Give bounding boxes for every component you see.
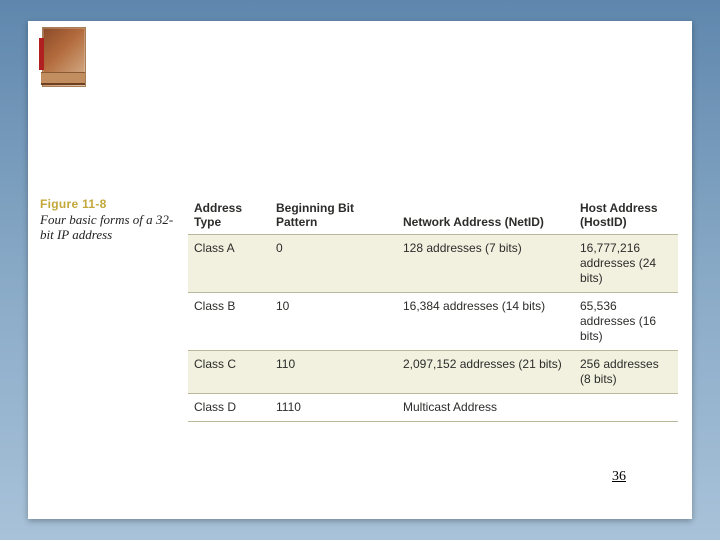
cell-hostid: 256 addresses (8 bits) bbox=[574, 351, 678, 394]
table-row: Class C 110 2,097,152 addresses (21 bits… bbox=[188, 351, 678, 394]
cell-type: Class A bbox=[188, 235, 270, 293]
figure-caption-block: Figure 11-8 Four basic forms of a 32-bit… bbox=[40, 197, 188, 243]
ip-class-table: Address Type Beginning Bit Pattern Netwo… bbox=[188, 197, 678, 422]
figure-table: Address Type Beginning Bit Pattern Netwo… bbox=[188, 197, 678, 422]
content-area: Figure 11-8 Four basic forms of a 32-bit… bbox=[40, 197, 680, 422]
cell-hostid: 65,536 addresses (16 bits) bbox=[574, 293, 678, 351]
cell-hostid: 16,777,216 addresses (24 bits) bbox=[574, 235, 678, 293]
cell-pattern: 1110 bbox=[270, 394, 397, 422]
cell-type: Class B bbox=[188, 293, 270, 351]
cell-netid: 128 addresses (7 bits) bbox=[397, 235, 574, 293]
table-row: Class D 1110 Multicast Address bbox=[188, 394, 678, 422]
cell-hostid bbox=[574, 394, 678, 422]
th-address-type: Address Type bbox=[188, 197, 270, 235]
slide: Figure 11-8 Four basic forms of a 32-bit… bbox=[28, 21, 692, 519]
cell-pattern: 110 bbox=[270, 351, 397, 394]
cell-netid: Multicast Address bbox=[397, 394, 574, 422]
cell-pattern: 10 bbox=[270, 293, 397, 351]
th-netid: Network Address (NetID) bbox=[397, 197, 574, 235]
table-row: Class B 10 16,384 addresses (14 bits) 65… bbox=[188, 293, 678, 351]
cell-pattern: 0 bbox=[270, 235, 397, 293]
thumbnail-image bbox=[42, 27, 86, 87]
cell-netid: 2,097,152 addresses (21 bits) bbox=[397, 351, 574, 394]
page-number: 36 bbox=[612, 469, 626, 485]
figure-caption: Four basic forms of a 32-bit IP address bbox=[40, 213, 180, 243]
cell-type: Class D bbox=[188, 394, 270, 422]
th-bit-pattern: Beginning Bit Pattern bbox=[270, 197, 397, 235]
th-hostid: Host Address (HostID) bbox=[574, 197, 678, 235]
cell-type: Class C bbox=[188, 351, 270, 394]
table-row: Class A 0 128 addresses (7 bits) 16,777,… bbox=[188, 235, 678, 293]
table-header-row: Address Type Beginning Bit Pattern Netwo… bbox=[188, 197, 678, 235]
figure-label: Figure 11-8 bbox=[40, 197, 188, 211]
cell-netid: 16,384 addresses (14 bits) bbox=[397, 293, 574, 351]
